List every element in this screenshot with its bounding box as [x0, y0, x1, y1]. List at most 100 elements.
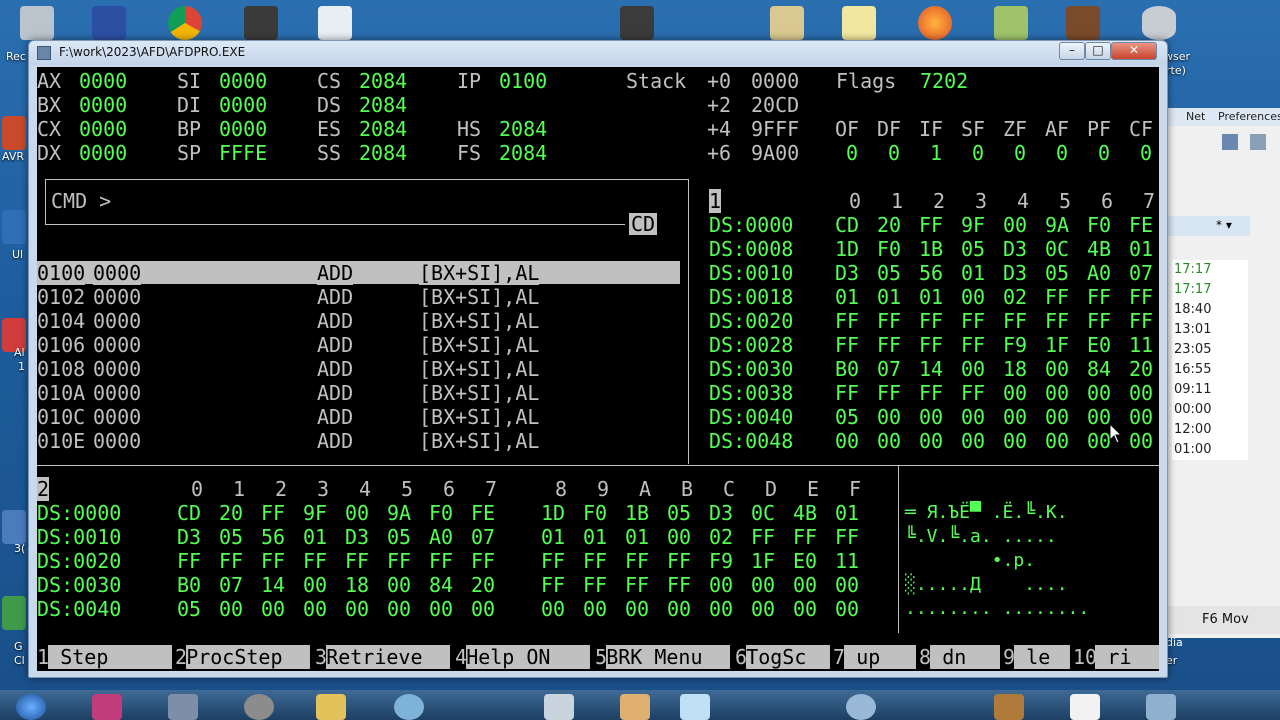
dump1-byte[interactable]: 00	[919, 429, 943, 453]
dump1-byte[interactable]: 00	[1087, 381, 1111, 405]
dump2-byte[interactable]: 01	[303, 525, 327, 549]
fs-app-icon[interactable]	[92, 694, 122, 720]
dump1-byte[interactable]: FF	[1129, 285, 1153, 309]
dump2-byte[interactable]: 20	[219, 501, 243, 525]
dump2-byte[interactable]: 00	[471, 597, 495, 621]
dump1-byte[interactable]: 00	[961, 405, 985, 429]
dump1-byte[interactable]: FF	[877, 333, 901, 357]
dump2-byte[interactable]: FF	[793, 525, 817, 549]
dump1-byte[interactable]: FF	[877, 309, 901, 333]
books-icon[interactable]	[1066, 6, 1100, 40]
dump1-byte[interactable]: 00	[1045, 357, 1069, 381]
minimize-button[interactable]: –	[1059, 42, 1085, 60]
dump2-byte[interactable]: 1B	[625, 501, 649, 525]
dump2-byte[interactable]: 20	[471, 573, 495, 597]
fkey-button[interactable]: le	[1014, 645, 1071, 669]
dump2-byte[interactable]: 01	[625, 525, 649, 549]
dump2-byte[interactable]: 11	[835, 549, 859, 573]
app-icon[interactable]	[2, 510, 26, 544]
dump2-byte[interactable]: 00	[625, 597, 649, 621]
dump1-byte[interactable]: 9F	[961, 213, 985, 237]
dump2-byte[interactable]: 84	[429, 573, 453, 597]
snipping-icon[interactable]	[544, 694, 574, 720]
dump1-byte[interactable]: 84	[1087, 357, 1111, 381]
dump1-byte[interactable]: 00	[1003, 213, 1027, 237]
app-icon[interactable]	[168, 694, 198, 720]
dump2-byte[interactable]: CD	[177, 501, 201, 525]
dump2-byte[interactable]: FF	[751, 525, 775, 549]
dump1-panel-number[interactable]: 1	[709, 189, 722, 213]
dump2-byte[interactable]: 00	[709, 573, 733, 597]
dump2-byte[interactable]: FF	[303, 549, 327, 573]
dump1-byte[interactable]: 9A	[1045, 213, 1069, 237]
title-bar[interactable]: F:\work\2023\AFD\AFDPRO.EXE – □ ✕	[29, 41, 1167, 65]
dump1-byte[interactable]: FF	[961, 333, 985, 357]
dump2-byte[interactable]: 1D	[541, 501, 565, 525]
dump2-byte[interactable]: F0	[429, 501, 453, 525]
app-icon[interactable]	[2, 596, 26, 630]
dump2-byte[interactable]: FF	[345, 549, 369, 573]
dump2-byte[interactable]: 01	[583, 525, 607, 549]
dump2-byte[interactable]: 00	[387, 597, 411, 621]
dump2-byte[interactable]: FF	[625, 549, 649, 573]
close-button[interactable]: ✕	[1111, 42, 1157, 60]
dump1-byte[interactable]: 11	[1129, 333, 1153, 357]
preferences-menu[interactable]: Preferences	[1218, 110, 1280, 123]
register-value[interactable]: FFFE	[219, 141, 267, 165]
dump1-byte[interactable]: FF	[1003, 309, 1027, 333]
dump1-byte[interactable]: 00	[961, 357, 985, 381]
dump2-byte[interactable]: 05	[219, 525, 243, 549]
register-value[interactable]: 0100	[499, 69, 547, 93]
dump1-byte[interactable]: FF	[961, 309, 985, 333]
dump2-byte[interactable]: FF	[583, 549, 607, 573]
dump1-byte[interactable]: E0	[1087, 333, 1111, 357]
dump1-byte[interactable]: 05	[877, 261, 901, 285]
dump1-byte[interactable]: F0	[1087, 213, 1111, 237]
flag-value[interactable]: 0	[972, 141, 984, 165]
app-icon[interactable]	[846, 694, 876, 720]
dump2-byte[interactable]: 00	[583, 597, 607, 621]
dump1-byte[interactable]: FF	[1129, 309, 1153, 333]
dump1-byte[interactable]: FF	[1045, 309, 1069, 333]
maximize-button[interactable]: □	[1085, 42, 1111, 60]
dump1-byte[interactable]: 01	[1129, 237, 1153, 261]
dump2-byte[interactable]: 14	[261, 573, 285, 597]
dump1-byte[interactable]: A0	[1087, 261, 1111, 285]
dump2-byte[interactable]: 05	[177, 597, 201, 621]
dump2-panel-number[interactable]: 2	[37, 477, 50, 501]
dump1-byte[interactable]: 00	[961, 429, 985, 453]
dump2-byte[interactable]: FE	[471, 501, 495, 525]
fkey-button[interactable]: ri	[1095, 645, 1159, 669]
fkey-button[interactable]: up	[844, 645, 917, 669]
dump2-byte[interactable]: FF	[667, 573, 691, 597]
flag-value[interactable]: 0	[1098, 141, 1110, 165]
dump1-byte[interactable]: 00	[1003, 381, 1027, 405]
dump2-byte[interactable]: FF	[429, 549, 453, 573]
dump1-byte[interactable]: FF	[919, 309, 943, 333]
dump1-byte[interactable]: 20	[877, 213, 901, 237]
dump1-byte[interactable]: F9	[1003, 333, 1027, 357]
dump2-byte[interactable]: 9A	[387, 501, 411, 525]
dump2-byte[interactable]: 9F	[303, 501, 327, 525]
net-menu[interactable]: Net	[1186, 110, 1205, 123]
dump1-byte[interactable]: D3	[835, 261, 859, 285]
flag-value[interactable]: 0	[1056, 141, 1068, 165]
register-value[interactable]: 2084	[499, 117, 547, 141]
dump1-byte[interactable]: 01	[835, 285, 859, 309]
fkey-button[interactable]: TogSc	[746, 645, 831, 669]
dump2-byte[interactable]: 00	[345, 501, 369, 525]
toolbar-icon[interactable]	[1222, 134, 1238, 150]
dump2-byte[interactable]: 00	[751, 597, 775, 621]
app-icon[interactable]	[394, 694, 424, 720]
app-icon[interactable]	[994, 694, 1024, 720]
register-value[interactable]: 0000	[219, 69, 267, 93]
firefox-icon[interactable]	[918, 6, 952, 40]
globe-icon[interactable]	[244, 694, 274, 720]
dump1-byte[interactable]: 00	[961, 285, 985, 309]
dump2-byte[interactable]: 01	[541, 525, 565, 549]
dump1-byte[interactable]: 05	[961, 237, 985, 261]
dump2-byte[interactable]: D3	[177, 525, 201, 549]
dump2-byte[interactable]: 00	[667, 597, 691, 621]
register-value[interactable]: 2084	[359, 141, 407, 165]
dump1-byte[interactable]: 00	[1129, 381, 1153, 405]
